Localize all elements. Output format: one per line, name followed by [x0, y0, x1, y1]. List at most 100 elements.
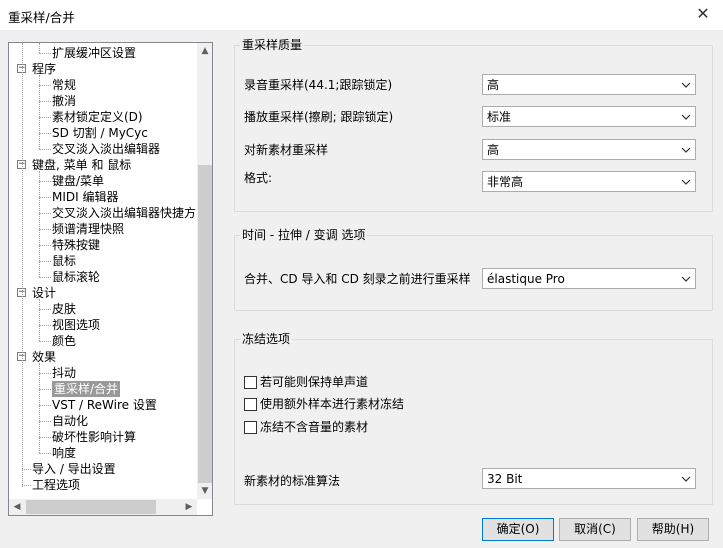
tree-connector — [39, 197, 51, 198]
tree-item[interactable]: 颜色 — [9, 333, 197, 349]
standard-algo-value: 32 Bit — [487, 472, 523, 486]
tree-item[interactable]: 导入 / 导出设置 — [9, 461, 197, 477]
tree-item[interactable]: 键盘/菜单 — [9, 173, 197, 189]
tree-item[interactable]: − 设计 — [9, 285, 197, 301]
tree-item[interactable]: − 程序 — [9, 61, 197, 77]
tree-connector — [22, 469, 31, 470]
playback-resample-label: 播放重采样(擦刷; 跟踪锁定) — [244, 110, 394, 124]
tree-item[interactable]: 皮肤 — [9, 301, 197, 317]
tree-connector — [39, 101, 51, 102]
tree-item[interactable]: 常规 — [9, 77, 197, 93]
scroll-down-icon[interactable]: ▼ — [197, 483, 212, 499]
tree-connector — [39, 133, 51, 134]
tree-item[interactable]: MIDI 编辑器 — [9, 189, 197, 205]
tree-branch-connector — [39, 75, 40, 149]
tree-item-label: 响度 — [52, 446, 77, 460]
tree-item[interactable]: 工程选项 — [9, 477, 197, 493]
tree-item[interactable]: 自动化 — [9, 413, 197, 429]
tree-item-label: 设计 — [32, 286, 57, 300]
keep-mono-label: 若可能则保持单声道 — [260, 375, 369, 389]
merge-resample-label: 合并、CD 导入和 CD 刻录之前进行重采样 — [244, 272, 471, 286]
tree-item[interactable]: 特殊按键 — [9, 237, 197, 253]
tree-connector — [39, 453, 51, 454]
tree-item-label: 抖动 — [52, 366, 77, 380]
title-bar: 重采样/合并 ✕ — [0, 0, 723, 30]
cancel-button[interactable]: 取消(C) — [559, 518, 631, 541]
scroll-left-icon[interactable]: ◀ — [9, 499, 25, 515]
record-resample-select[interactable]: 高 — [482, 74, 696, 95]
tree-item[interactable]: 鼠标滚轮 — [9, 269, 197, 285]
tree-item[interactable]: VST / ReWire 设置 — [9, 397, 197, 413]
tree-connector — [39, 261, 51, 262]
tree-item[interactable]: 扩展缓冲区设置 — [9, 45, 197, 61]
tree-connector — [39, 117, 51, 118]
tree-connector — [39, 389, 51, 390]
tree-item-label: 常规 — [52, 78, 77, 92]
tree-item-label: 鼠标 — [52, 254, 77, 268]
standard-algo-select[interactable]: 32 Bit — [482, 468, 696, 489]
merge-resample-select[interactable]: élastique Pro — [482, 268, 696, 289]
tree-item[interactable]: 响度 — [9, 445, 197, 461]
tree-item-label: 频谱清理快照 — [52, 222, 125, 236]
scroll-right-icon[interactable]: ▶ — [181, 499, 197, 515]
tree-connector — [22, 485, 31, 486]
close-icon[interactable]: ✕ — [693, 4, 713, 24]
tree-item-label: 素材锁定定义(D) — [52, 110, 143, 124]
tree-item[interactable]: − 效果 — [9, 349, 197, 365]
tree-item[interactable]: 撤消 — [9, 93, 197, 109]
tree-item[interactable]: 重采样/合并 — [9, 381, 197, 397]
playback-resample-select[interactable]: 标准 — [482, 106, 696, 127]
tree-connector — [39, 325, 51, 326]
tree-item-label: 特殊按键 — [52, 238, 101, 252]
scroll-up-icon[interactable]: ▲ — [197, 43, 212, 59]
freeze-without-volume-checkbox[interactable] — [244, 421, 257, 434]
tree-connector — [39, 149, 51, 150]
keep-mono-checkbox[interactable] — [244, 376, 257, 389]
tree-connector — [39, 341, 51, 342]
new-material-resample-label: 对新素材重采样 — [244, 143, 329, 157]
tree-vertical-scrollbar[interactable]: ▲ ▼ — [197, 43, 212, 499]
tree-item[interactable]: SD 切割 / MyCyc — [9, 125, 197, 141]
new-material-resample-select[interactable]: 高 — [482, 139, 696, 160]
tree-item-label: 键盘, 菜单 和 鼠标 — [32, 158, 132, 172]
tree-item[interactable]: 鼠标 — [9, 253, 197, 269]
tree-connector — [39, 405, 51, 406]
format-select[interactable]: 非常高 — [482, 171, 696, 192]
tree-item[interactable]: 交叉淡入淡出编辑器快捷方 — [9, 205, 197, 221]
tree-horizontal-scrollbar[interactable]: ◀ ▶ — [9, 499, 197, 515]
tree-item[interactable]: 视图选项 — [9, 317, 197, 333]
format-label: 格式: — [244, 171, 273, 185]
tree-item-label: 皮肤 — [52, 302, 77, 316]
tree-connector — [39, 309, 51, 310]
tree-item-label: 交叉淡入淡出编辑器 — [52, 142, 161, 156]
tree-item[interactable]: 频谱清理快照 — [9, 221, 197, 237]
tree-connector — [39, 213, 51, 214]
freeze-options-title: 冻结选项 — [240, 332, 293, 346]
tree-item-label: 工程选项 — [32, 478, 81, 492]
merge-resample-value: élastique Pro — [487, 272, 565, 286]
tree-item[interactable]: 素材锁定定义(D) — [9, 109, 197, 125]
tree-item[interactable]: 抖动 — [9, 365, 197, 381]
tree-item[interactable]: 破坏性影响计算 — [9, 429, 197, 445]
tree-item-label: 重采样/合并 — [52, 381, 121, 397]
scroll-thumb[interactable] — [198, 165, 212, 483]
tree-item[interactable]: 交叉淡入淡出编辑器 — [9, 141, 197, 157]
tree-item-label: 破坏性影响计算 — [52, 430, 137, 444]
help-button[interactable]: 帮助(H) — [637, 518, 709, 541]
tree-item-label: 自动化 — [52, 414, 89, 428]
tree-connector — [39, 437, 51, 438]
tree-item-label: 交叉淡入淡出编辑器快捷方 — [52, 206, 197, 220]
tree-connector — [39, 245, 51, 246]
tree-connector — [39, 85, 51, 86]
ok-button[interactable]: 确定(O) — [482, 518, 554, 541]
tree-connector — [39, 421, 51, 422]
extra-samples-checkbox[interactable] — [244, 398, 257, 411]
tree-item-label: 效果 — [32, 350, 57, 364]
tree-connector — [39, 373, 51, 374]
tree-branch-connector — [39, 171, 40, 277]
tree-item-label: SD 切割 / MyCyc — [52, 126, 148, 140]
hscroll-thumb[interactable] — [26, 500, 156, 514]
standard-algo-label: 新素材的标准算法 — [244, 474, 341, 488]
chevron-down-icon — [681, 147, 691, 153]
tree-item[interactable]: − 键盘, 菜单 和 鼠标 — [9, 157, 197, 173]
